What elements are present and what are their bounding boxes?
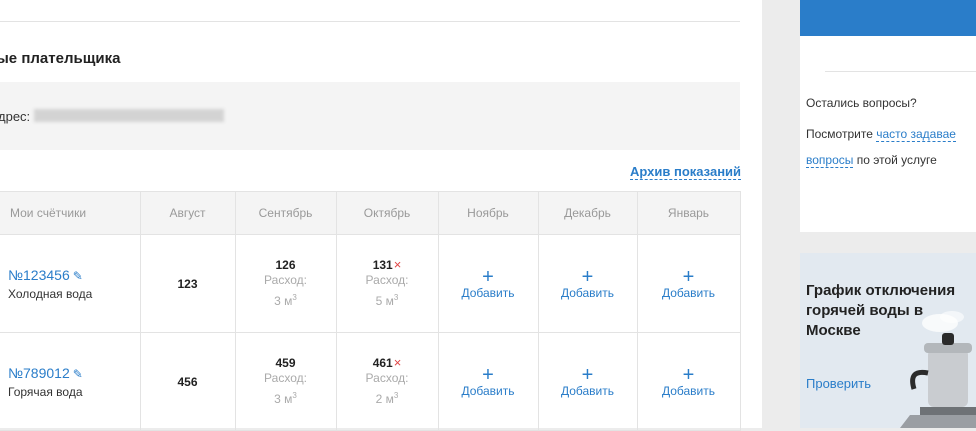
consumption-label: Расход:: [264, 272, 307, 287]
reading-value: 461: [372, 356, 393, 370]
consumption-value: 5 м3: [375, 293, 399, 308]
add-reading-button[interactable]: Добавить: [539, 384, 637, 398]
main-panel: ые плательщика дрес: Архив показаний Мои…: [0, 0, 762, 431]
faq-card: Остались вопросы? Посмотрите часто задав…: [800, 0, 976, 232]
consumption-label: Расход:: [365, 371, 409, 385]
august-cell: 456: [139, 332, 236, 431]
divider: [0, 21, 740, 22]
consumption-label: Расход:: [365, 273, 409, 287]
october-cell: 131× Расход: 5 м3: [335, 234, 439, 333]
consumption-value: 3 м3: [274, 292, 297, 308]
address-box: дрес:: [0, 82, 740, 150]
header-november: Ноябрь: [437, 191, 539, 235]
header-september: Сентябрь: [234, 191, 337, 235]
reading-value: 456: [177, 374, 198, 389]
add-reading-button[interactable]: Добавить: [539, 286, 637, 300]
december-cell[interactable]: + Добавить: [537, 332, 638, 431]
september-cell: 126 Расход: 3 м3: [234, 234, 337, 333]
plus-icon[interactable]: +: [439, 365, 538, 385]
add-reading-button[interactable]: Добавить: [439, 384, 538, 398]
edit-pencil-icon[interactable]: ✎: [73, 367, 83, 381]
november-cell[interactable]: + Добавить: [437, 234, 539, 333]
consumption-label: Расход:: [264, 370, 307, 385]
faq-link[interactable]: часто задавае: [876, 127, 956, 142]
august-cell: 123: [139, 234, 236, 333]
plus-icon[interactable]: +: [439, 267, 538, 287]
meter-number-link[interactable]: №123456: [8, 267, 70, 283]
reading-value: 459: [275, 355, 296, 370]
section-title: ые плательщика: [0, 50, 121, 67]
plus-icon[interactable]: +: [539, 267, 637, 287]
meter-type: Горячая вода: [8, 384, 83, 399]
meter-type: Холодная вода: [8, 286, 93, 301]
faq-link[interactable]: вопросы: [806, 153, 854, 168]
reading-value: 131: [372, 258, 393, 272]
faq-card-header: [800, 0, 976, 36]
table-row: №123456 ✎ Холодная вода 123 126 Расход: 3…: [0, 234, 741, 333]
plus-icon[interactable]: +: [539, 365, 637, 385]
add-reading-button[interactable]: Добавить: [638, 384, 740, 398]
meter-number-link[interactable]: №789012: [8, 365, 70, 381]
plus-icon[interactable]: +: [638, 267, 740, 287]
header-august: Август: [139, 191, 236, 235]
delete-reading-icon[interactable]: ×: [394, 257, 402, 272]
october-cell: 461× Расход: 2 м3: [335, 332, 439, 431]
december-cell[interactable]: + Добавить: [537, 234, 638, 333]
header-december: Декабрь: [537, 191, 638, 235]
faq-question: Остались вопросы?: [806, 96, 917, 110]
check-link[interactable]: Проверить: [806, 376, 871, 391]
january-cell[interactable]: + Добавить: [636, 332, 741, 431]
address-redacted: [34, 109, 224, 122]
meters-table: Мои счётчики Август Сентябрь Октябрь Ноя…: [0, 191, 741, 431]
table-row: №789012 ✎ Горячая вода 456 459 Расход: 3 …: [0, 332, 741, 431]
header-meters: Мои счётчики: [0, 191, 141, 235]
delete-reading-icon[interactable]: ×: [394, 355, 402, 370]
kettle-stove-icon: [900, 311, 976, 428]
table-header-row: Мои счётчики Август Сентябрь Октябрь Ноя…: [0, 191, 741, 235]
september-cell: 459 Расход: 3 м3: [234, 332, 337, 431]
meter-cell: №789012 ✎ Горячая вода: [0, 332, 141, 431]
promo-card[interactable]: График отключения горячей воды в Москве …: [800, 253, 976, 428]
reading-value: 126: [275, 257, 296, 272]
november-cell[interactable]: + Добавить: [437, 332, 539, 431]
plus-icon[interactable]: +: [638, 365, 740, 385]
january-cell[interactable]: + Добавить: [636, 234, 741, 333]
header-october: Октябрь: [335, 191, 439, 235]
edit-pencil-icon[interactable]: ✎: [73, 269, 83, 283]
consumption-value: 3 м3: [274, 390, 297, 406]
add-reading-button[interactable]: Добавить: [439, 286, 538, 300]
archive-link[interactable]: Архив показаний: [630, 164, 742, 180]
faq-line: вопросы по этой услуге: [806, 153, 937, 168]
reading-value: 123: [177, 276, 198, 291]
divider: [825, 71, 976, 72]
add-reading-button[interactable]: Добавить: [638, 286, 740, 300]
meter-cell: №123456 ✎ Холодная вода: [0, 234, 141, 333]
header-january: Январь: [636, 191, 741, 235]
address-label: дрес:: [0, 109, 31, 124]
consumption-value: 2 м3: [375, 391, 399, 406]
faq-line: Посмотрите часто задавае: [806, 127, 956, 142]
